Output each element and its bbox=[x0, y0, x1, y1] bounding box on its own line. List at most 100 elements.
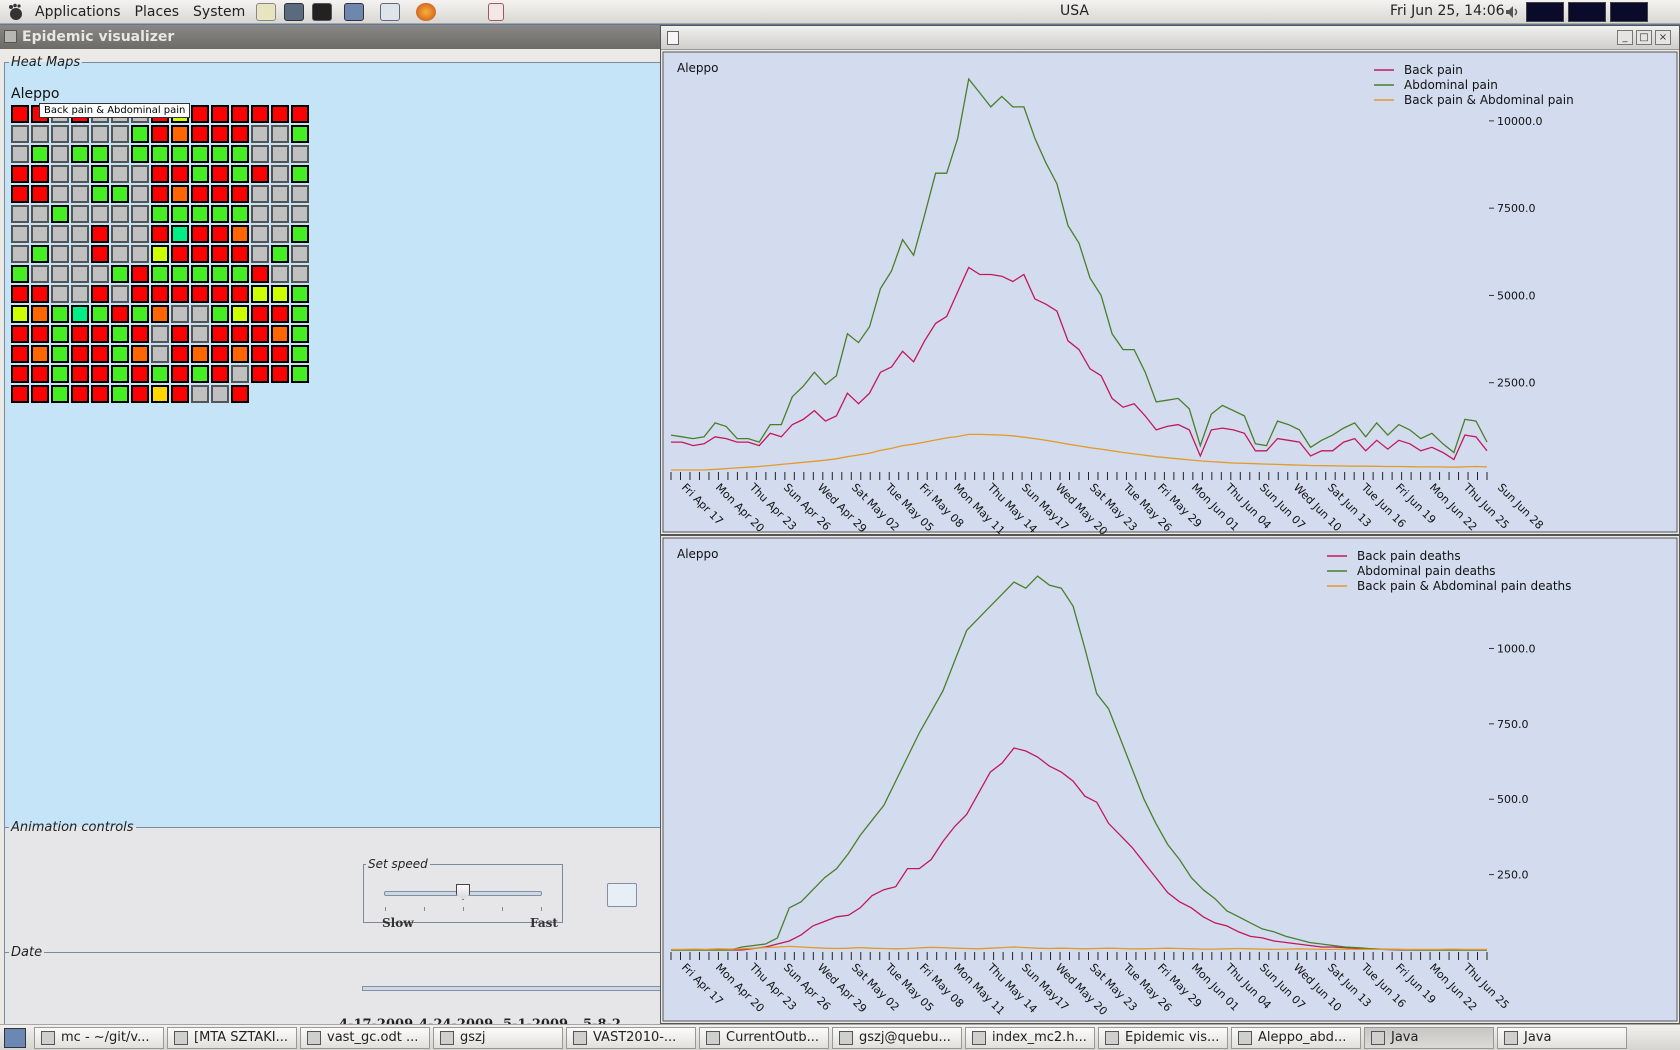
heatmap-cell[interactable] bbox=[111, 285, 129, 303]
heatmap-cell[interactable] bbox=[191, 205, 209, 223]
taskbar-item[interactable]: CurrentOutb... bbox=[699, 1026, 829, 1049]
heatmap-cell[interactable] bbox=[71, 245, 89, 263]
heatmap-cell[interactable] bbox=[191, 165, 209, 183]
heatmap-cell[interactable] bbox=[11, 165, 29, 183]
taskbar-item[interactable]: VAST2010-... bbox=[566, 1026, 696, 1049]
gnome-foot-icon[interactable] bbox=[6, 2, 26, 22]
heatmap-cell[interactable] bbox=[171, 245, 189, 263]
heatmap-cell[interactable] bbox=[131, 205, 149, 223]
heatmap-cell[interactable] bbox=[271, 125, 289, 143]
heatmap-cell[interactable] bbox=[91, 345, 109, 363]
taskbar-item[interactable]: mc - ~/git/v... bbox=[34, 1026, 164, 1049]
heatmap-cell[interactable] bbox=[251, 305, 269, 323]
taskbar-item[interactable]: Java bbox=[1364, 1026, 1494, 1049]
heatmap-cell[interactable] bbox=[271, 145, 289, 163]
heatmap-cell[interactable] bbox=[71, 305, 89, 323]
heatmap-cell[interactable] bbox=[171, 265, 189, 283]
heatmap-cell[interactable] bbox=[111, 225, 129, 243]
heatmap-cell[interactable] bbox=[51, 245, 69, 263]
heatmap-cell[interactable] bbox=[271, 185, 289, 203]
heatmap-cell[interactable] bbox=[151, 265, 169, 283]
taskbar-item[interactable]: gszj@quebu... bbox=[832, 1026, 962, 1049]
heatmap-cell[interactable] bbox=[91, 285, 109, 303]
heatmap-cell[interactable] bbox=[111, 325, 129, 343]
heatmap-cell[interactable] bbox=[191, 385, 209, 403]
close-button[interactable]: × bbox=[1655, 30, 1671, 45]
heatmap-cell[interactable] bbox=[11, 125, 29, 143]
heatmap-cell[interactable] bbox=[131, 305, 149, 323]
heatmap-cell[interactable] bbox=[231, 125, 249, 143]
heatmap-cell[interactable] bbox=[11, 185, 29, 203]
taskbar-item[interactable]: Java bbox=[1497, 1026, 1627, 1049]
heatmap-cell[interactable] bbox=[91, 305, 109, 323]
heatmap-cell[interactable] bbox=[291, 305, 309, 323]
heatmap-cell[interactable] bbox=[111, 145, 129, 163]
heatmap-cell[interactable] bbox=[11, 385, 29, 403]
taskbar-item[interactable]: [MTA SZTAKI... bbox=[167, 1026, 297, 1049]
heatmap-cell[interactable] bbox=[251, 145, 269, 163]
heatmap-cell[interactable] bbox=[271, 105, 289, 123]
heatmap-cell[interactable] bbox=[51, 285, 69, 303]
heatmap-cell[interactable] bbox=[211, 305, 229, 323]
heatmap-cell[interactable] bbox=[31, 185, 49, 203]
heatmap-cell[interactable] bbox=[31, 165, 49, 183]
heatmap-cell[interactable] bbox=[211, 125, 229, 143]
heatmap-cell[interactable] bbox=[271, 245, 289, 263]
heatmap-cell[interactable] bbox=[291, 185, 309, 203]
heatmap-cell[interactable] bbox=[11, 145, 29, 163]
heatmap-cell[interactable] bbox=[231, 365, 249, 383]
heatmap-cell[interactable] bbox=[71, 345, 89, 363]
heatmap-cell[interactable] bbox=[131, 165, 149, 183]
heatmap-cell[interactable] bbox=[231, 205, 249, 223]
heatmap-cell[interactable] bbox=[31, 385, 49, 403]
heatmap-cell[interactable] bbox=[31, 245, 49, 263]
heatmap-cell[interactable] bbox=[171, 125, 189, 143]
heatmap-cell[interactable] bbox=[191, 185, 209, 203]
heatmap-cell[interactable] bbox=[271, 265, 289, 283]
heatmap-cell[interactable] bbox=[91, 145, 109, 163]
heatmap-cell[interactable] bbox=[11, 345, 29, 363]
heatmap-cell[interactable] bbox=[231, 345, 249, 363]
network-launcher-icon[interactable] bbox=[344, 2, 365, 21]
taskbar-item[interactable]: vast_gc.odt ... bbox=[300, 1026, 430, 1049]
heatmap-cell[interactable] bbox=[71, 325, 89, 343]
heatmap-cell[interactable] bbox=[151, 385, 169, 403]
heatmap-cell[interactable] bbox=[171, 345, 189, 363]
heatmap-cell[interactable] bbox=[271, 365, 289, 383]
heatmap-cell[interactable] bbox=[151, 305, 169, 323]
heatmap-cell[interactable] bbox=[51, 205, 69, 223]
heatmap-cell[interactable] bbox=[251, 205, 269, 223]
heatmap-cell[interactable] bbox=[171, 325, 189, 343]
heatmap-cell[interactable] bbox=[231, 165, 249, 183]
heatmap-cell[interactable] bbox=[191, 345, 209, 363]
heatmap-cell[interactable] bbox=[111, 165, 129, 183]
heatmap-cell[interactable] bbox=[131, 265, 149, 283]
heatmap-cell[interactable] bbox=[251, 165, 269, 183]
heatmap-cell[interactable] bbox=[291, 105, 309, 123]
date-slider-track[interactable] bbox=[362, 986, 662, 991]
heatmap-cell[interactable] bbox=[291, 145, 309, 163]
heatmap-cell[interactable] bbox=[31, 265, 49, 283]
heatmap-cell[interactable] bbox=[251, 285, 269, 303]
heatmap-cell[interactable] bbox=[151, 345, 169, 363]
heatmap-cell[interactable] bbox=[211, 345, 229, 363]
heatmap-cell[interactable] bbox=[71, 225, 89, 243]
heatmap-cell[interactable] bbox=[91, 205, 109, 223]
heatmap-cell[interactable] bbox=[171, 385, 189, 403]
minimize-button[interactable]: _ bbox=[1617, 30, 1633, 45]
heatmap-cell[interactable] bbox=[31, 225, 49, 243]
heatmap-cell[interactable] bbox=[71, 145, 89, 163]
heatmap-cell[interactable] bbox=[51, 345, 69, 363]
heatmap-cell[interactable] bbox=[71, 185, 89, 203]
heatmap-cell[interactable] bbox=[51, 185, 69, 203]
heatmap-cell[interactable] bbox=[51, 145, 69, 163]
heatmap-cell[interactable] bbox=[11, 285, 29, 303]
heatmap-cell[interactable] bbox=[211, 245, 229, 263]
heatmap-cell[interactable] bbox=[251, 105, 269, 123]
heatmap-cell[interactable] bbox=[151, 185, 169, 203]
heatmap-cell[interactable] bbox=[131, 145, 149, 163]
heatmap-cell[interactable] bbox=[11, 205, 29, 223]
heatmap-cell[interactable] bbox=[231, 285, 249, 303]
heatmap-cell[interactable] bbox=[191, 305, 209, 323]
heatmap-cell[interactable] bbox=[271, 345, 289, 363]
